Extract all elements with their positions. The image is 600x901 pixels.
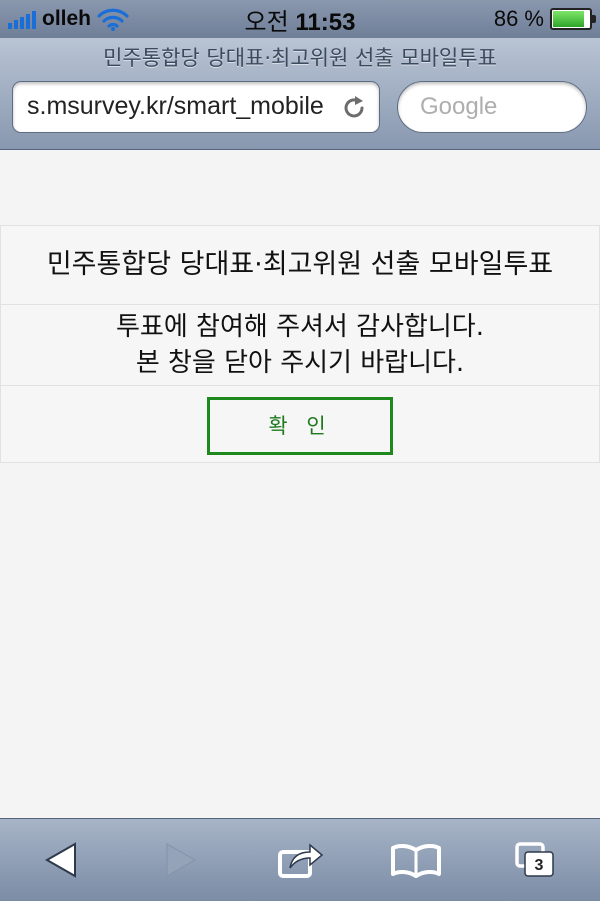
share-button[interactable] <box>256 819 346 901</box>
address-bar[interactable]: s.msurvey.kr/smart_mobile <box>12 81 380 133</box>
back-button[interactable] <box>16 819 106 901</box>
battery-percent: 86 % <box>493 6 544 31</box>
battery-fill <box>553 11 584 27</box>
clock-ampm: 오전 <box>244 9 289 36</box>
reload-icon[interactable] <box>341 95 367 121</box>
status-bar: olleh 오전 11:53 86 % <box>0 0 600 38</box>
share-icon <box>278 843 324 878</box>
web-content: 민주통합당 당대표·최고위원 선출 모바일투표 투표에 참여해 주셔서 감사합니… <box>0 150 600 818</box>
browser-header: 민주통합당 당대표·최고위원 선출 모바일투표 s.msurvey.kr/sma… <box>0 38 600 150</box>
message-table: 민주통합당 당대표·최고위원 선출 모바일투표 투표에 참여해 주셔서 감사합니… <box>0 225 600 463</box>
battery-icon <box>550 8 596 30</box>
survey-title: 민주통합당 당대표·최고위원 선출 모바일투표 <box>46 249 554 280</box>
message-cell: 투표에 참여해 주셔서 감사합니다. 본 창을 닫아 주시기 바랍니다. <box>0 304 600 386</box>
close-window-message: 본 창을 닫아 주시기 바랍니다. <box>135 348 465 378</box>
status-right: 86 % <box>493 6 596 32</box>
thanks-message: 투표에 참여해 주셔서 감사합니다. <box>116 312 484 342</box>
book-icon <box>391 843 441 878</box>
search-input[interactable]: Google <box>397 81 587 133</box>
tabs-button[interactable]: 3 <box>490 819 580 901</box>
title-cell: 민주통합당 당대표·최고위원 선출 모바일투표 <box>0 225 600 305</box>
tabs-icon: 3 <box>515 842 554 877</box>
tab-count: 3 <box>535 857 544 874</box>
forward-arrow-icon <box>166 843 197 877</box>
search-placeholder: Google <box>420 93 498 120</box>
clock-time: 11:53 <box>295 9 356 36</box>
confirm-button[interactable]: 확 인 <box>207 397 393 455</box>
forward-button[interactable] <box>136 819 226 901</box>
bookmarks-button[interactable] <box>371 819 461 901</box>
back-arrow-icon <box>44 842 76 878</box>
browser-toolbar: 3 <box>0 818 600 901</box>
url-text[interactable]: s.msurvey.kr/smart_mobile <box>27 92 337 121</box>
button-cell: 확 인 <box>0 385 600 463</box>
page-title: 민주통합당 당대표·최고위원 선출 모바일투표 <box>103 46 497 70</box>
